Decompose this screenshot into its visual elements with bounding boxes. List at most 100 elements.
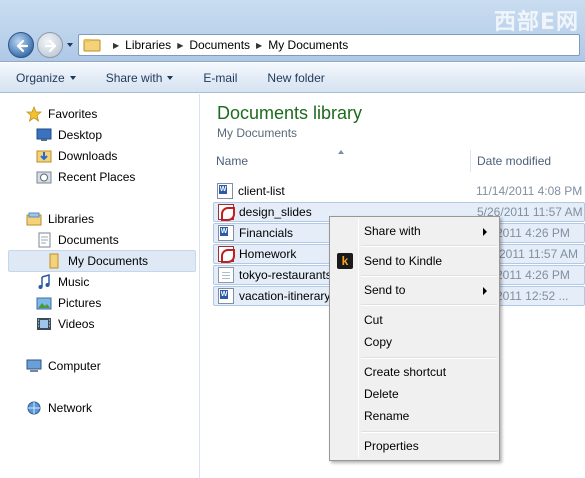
menu-item-send-to-kindle[interactable]: Send to Kindle <box>332 250 497 272</box>
nav-favorites[interactable]: Favorites <box>26 104 97 124</box>
menu-item-properties[interactable]: Properties <box>332 435 497 457</box>
menu-item-copy[interactable]: Copy <box>332 331 497 353</box>
menu-item-label: Send to Kindle <box>364 254 443 268</box>
recent-pages-dropdown-icon[interactable] <box>65 39 75 51</box>
email-button[interactable]: E-mail <box>203 71 237 85</box>
share-with-button[interactable]: Share with <box>106 71 174 85</box>
libraries-icon <box>26 212 42 226</box>
menu-item-label: Create shortcut <box>364 365 447 379</box>
context-menu: Share with k Send to Kindle Send to Cut … <box>329 216 500 461</box>
submenu-arrow-icon <box>483 228 487 236</box>
desktop-icon <box>36 128 52 141</box>
nav-recent-places-label: Recent Places <box>58 170 136 184</box>
menu-separator <box>361 357 497 359</box>
documents-icon <box>38 232 51 248</box>
window-titlebar: 西部E网 ▶ Libraries ▶ Documents ▶ My Docume… <box>0 0 585 62</box>
menu-item-label: Send to <box>364 283 406 297</box>
nav-desktop-label: Desktop <box>58 128 103 142</box>
file-name: vacation-itinerary <box>239 289 331 303</box>
menu-item-label: Share with <box>364 224 421 238</box>
nav-pictures[interactable]: Pictures <box>36 293 101 313</box>
menu-item-label: Delete <box>364 387 399 401</box>
breadcrumb-libraries[interactable]: Libraries <box>125 38 171 52</box>
forward-arrow-icon <box>44 39 57 53</box>
menu-item-send-to[interactable]: Send to <box>332 279 497 301</box>
menu-item-delete[interactable]: Delete <box>332 383 497 405</box>
command-toolbar: Organize Share with E-mail New folder <box>0 63 585 93</box>
word-doc-icon <box>218 288 234 304</box>
nav-computer-label: Computer <box>48 359 101 373</box>
star-icon <box>26 106 42 122</box>
column-header-name[interactable]: Name <box>216 154 248 172</box>
file-date: 2011 11:57 AM <box>499 247 578 261</box>
watermark-logo: 西部E网 <box>493 10 579 35</box>
nav-videos-label: Videos <box>58 317 95 331</box>
new-folder-button[interactable]: New folder <box>267 71 324 85</box>
library-subtitle: My Documents <box>217 126 298 140</box>
folder-icon <box>83 39 101 52</box>
breadcrumb-separator-icon[interactable]: ▶ <box>256 41 262 50</box>
nav-downloads[interactable]: Downloads <box>36 146 117 166</box>
pictures-icon <box>36 297 52 310</box>
nav-favorites-label: Favorites <box>48 107 98 121</box>
menu-item-cut[interactable]: Cut <box>332 309 497 331</box>
column-divider[interactable] <box>470 150 471 172</box>
breadcrumb-my-documents[interactable]: My Documents <box>268 38 348 52</box>
pdf-icon <box>218 204 235 221</box>
text-file-icon <box>218 267 234 283</box>
submenu-arrow-icon <box>483 287 487 295</box>
menu-item-label: Cut <box>364 313 383 327</box>
nav-recent-places[interactable]: Recent Places <box>36 167 135 187</box>
nav-downloads-label: Downloads <box>58 149 118 163</box>
pdf-icon <box>218 246 235 263</box>
nav-libraries[interactable]: Libraries <box>26 209 94 229</box>
menu-item-rename[interactable]: Rename <box>332 405 497 427</box>
nav-desktop[interactable]: Desktop <box>36 125 102 145</box>
word-doc-icon <box>218 225 234 241</box>
new-folder-label: New folder <box>267 70 325 85</box>
menu-item-label: Properties <box>364 439 419 453</box>
nav-videos[interactable]: Videos <box>36 314 94 334</box>
breadcrumb-separator-icon[interactable]: ▶ <box>113 41 119 50</box>
nav-computer[interactable]: Computer <box>26 356 101 376</box>
nav-network-label: Network <box>48 401 93 415</box>
chevron-down-icon <box>167 75 174 80</box>
computer-icon <box>26 359 42 372</box>
nav-libraries-label: Libraries <box>48 212 95 226</box>
nav-my-documents-label: My Documents <box>68 254 149 268</box>
forward-button[interactable] <box>37 32 63 58</box>
navigation-pane: Favorites Desktop Downloads Recent Place… <box>0 94 200 478</box>
file-name: client-list <box>238 184 285 198</box>
nav-my-documents[interactable]: My Documents <box>46 251 148 271</box>
address-bar[interactable]: ▶ Libraries ▶ Documents ▶ My Documents <box>78 34 580 56</box>
chevron-down-icon <box>69 75 76 80</box>
breadcrumb-documents[interactable]: Documents <box>189 38 250 52</box>
email-label: E-mail <box>203 70 238 85</box>
column-header-date-modified[interactable]: Date modified <box>477 154 551 172</box>
back-button[interactable] <box>8 32 34 58</box>
menu-item-share-with[interactable]: Share with <box>332 220 497 242</box>
file-date: 11/14/2011 4:08 PM <box>476 184 583 198</box>
menu-separator <box>361 245 497 247</box>
nav-documents[interactable]: Documents <box>36 230 119 250</box>
videos-icon <box>37 318 51 330</box>
file-row[interactable]: client-list 11/14/2011 4:08 PM <box>213 181 585 201</box>
file-name: tokyo-restaurants <box>239 268 332 282</box>
nav-network[interactable]: Network <box>26 398 92 418</box>
organize-button[interactable]: Organize <box>16 71 76 85</box>
menu-item-label: Copy <box>364 335 393 349</box>
recent-places-icon <box>36 171 52 184</box>
sort-ascending-icon <box>338 150 344 154</box>
menu-separator <box>361 431 497 433</box>
downloads-folder-icon <box>36 150 52 163</box>
organize-label: Organize <box>16 70 65 85</box>
menu-item-create-shortcut[interactable]: Create shortcut <box>332 361 497 383</box>
breadcrumb-separator-icon[interactable]: ▶ <box>177 41 183 50</box>
back-arrow-icon <box>16 39 29 53</box>
nav-music[interactable]: Music <box>36 272 89 292</box>
menu-item-label: Rename <box>364 409 410 423</box>
nav-pictures-label: Pictures <box>58 296 102 310</box>
menu-separator <box>361 275 497 277</box>
folder-icon <box>49 253 59 269</box>
word-doc-icon <box>217 183 233 199</box>
